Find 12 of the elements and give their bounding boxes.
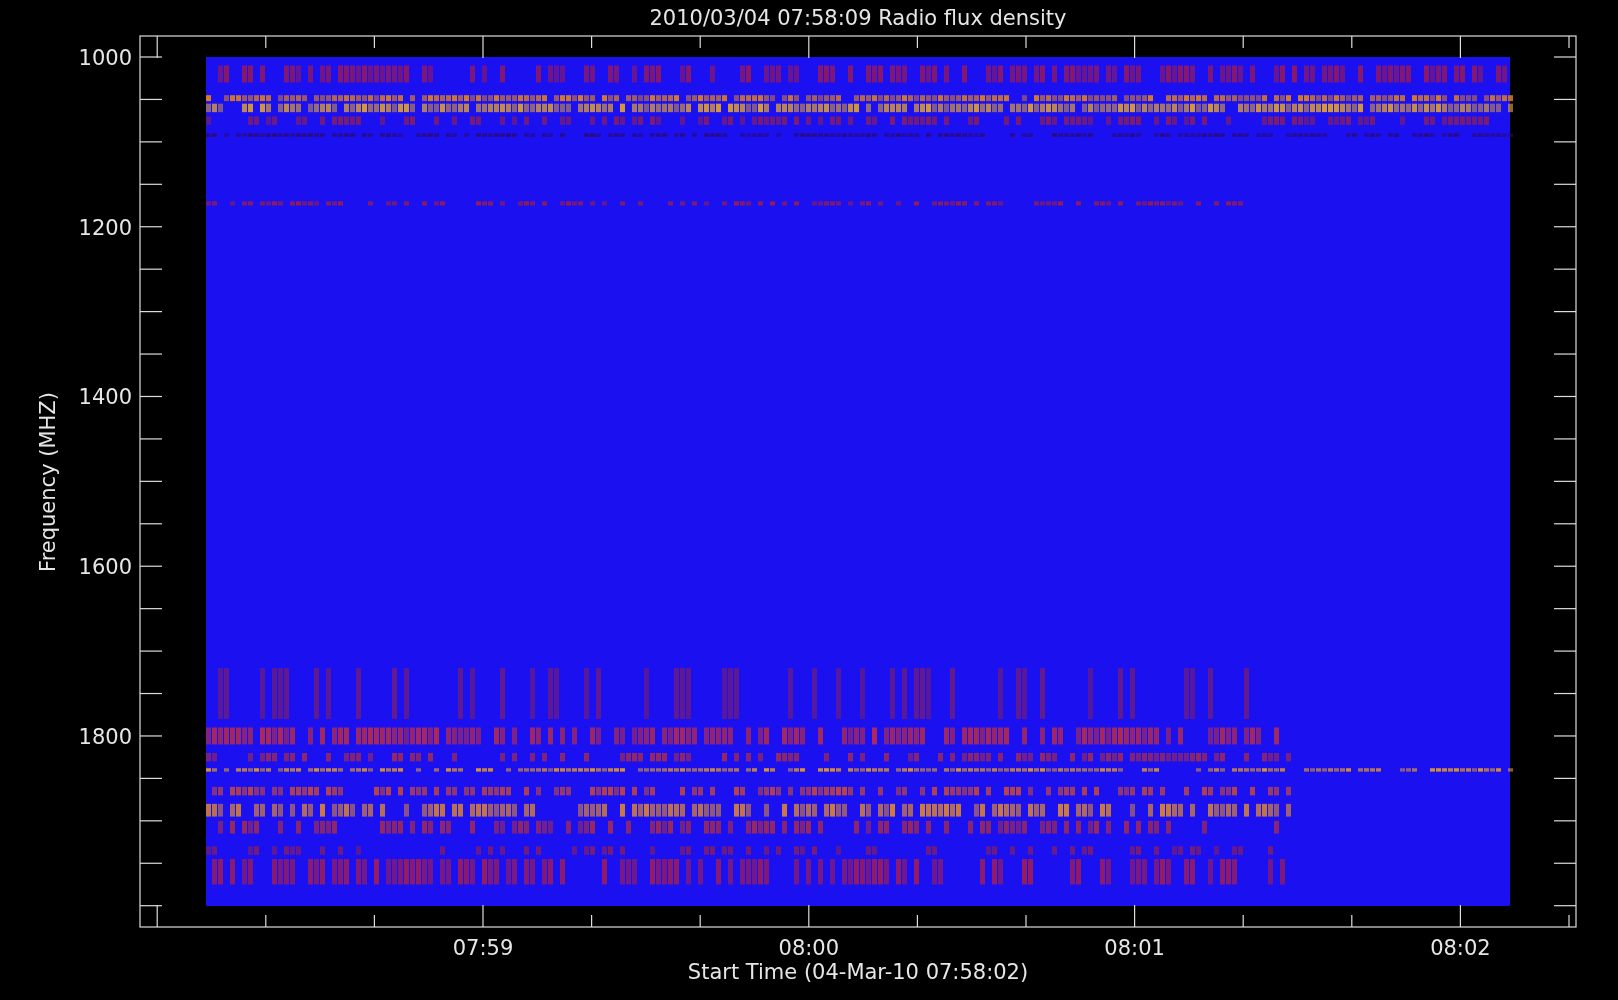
- x-tick-label: 08:00: [778, 936, 840, 960]
- y-axis-title: Frequency (MHZ): [36, 392, 60, 572]
- x-tick-label: 08:02: [1430, 936, 1491, 960]
- y-tick-label: 1000: [78, 46, 132, 70]
- y-tick-label: 1600: [78, 555, 132, 580]
- chart-title: 2010/03/04 07:58:09 Radio flux density: [649, 6, 1067, 30]
- y-tick-label: 1800: [78, 724, 132, 749]
- y-tick-label: 1400: [78, 385, 132, 410]
- y-tick-label: 1200: [78, 215, 132, 240]
- x-tick-label: 07:59: [452, 936, 514, 960]
- x-axis-title: Start Time (04-Mar-10 07:58:02): [687, 960, 1029, 984]
- x-tick-label: 08:01: [1104, 936, 1165, 960]
